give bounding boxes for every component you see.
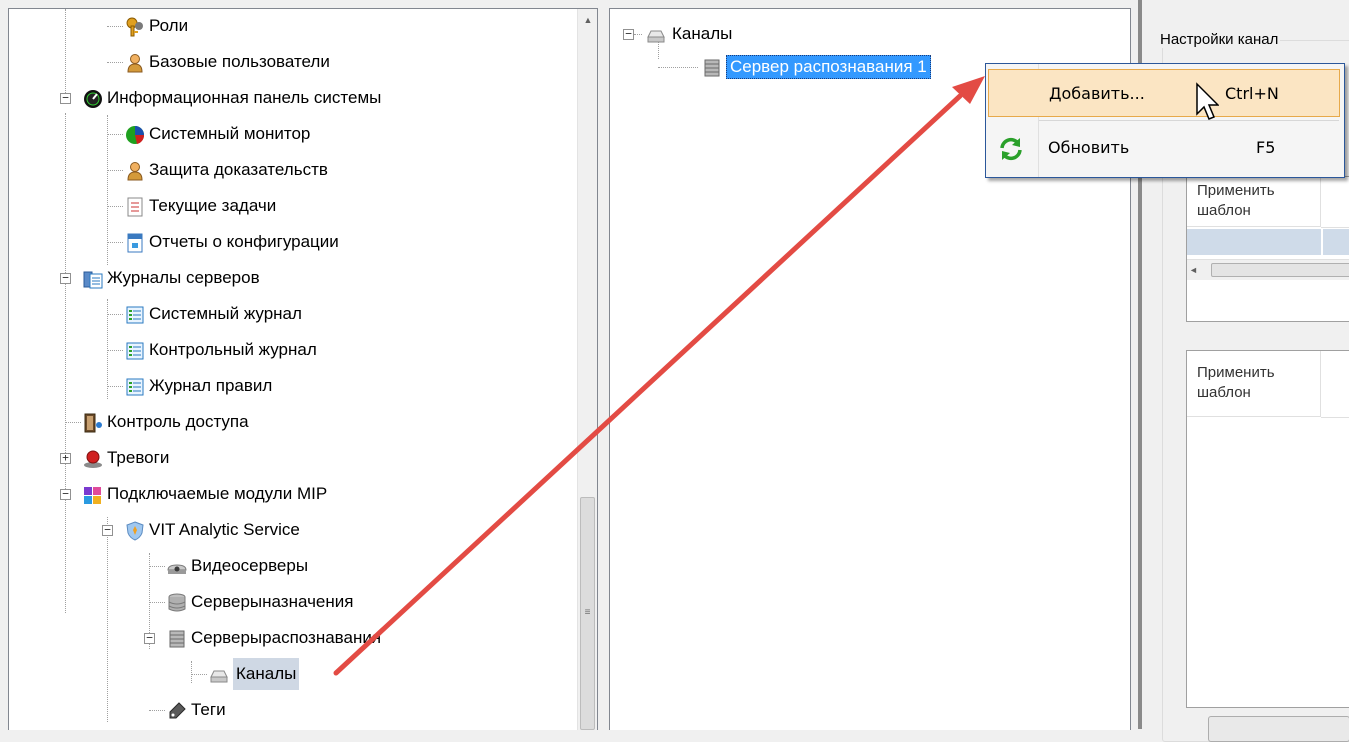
menu-item-shortcut: F5	[1256, 138, 1276, 157]
menu-item-refresh[interactable]: Обновить F5	[988, 124, 1340, 172]
menu-item-shortcut: Ctrl+N	[1225, 84, 1279, 103]
menu-item-label: Добавить...	[1049, 84, 1145, 103]
menu-item-label: Обновить	[1048, 138, 1130, 157]
mouse-cursor-icon	[1196, 82, 1219, 120]
refresh-icon	[1000, 137, 1022, 161]
menu-separator	[1039, 120, 1339, 121]
context-menu[interactable]: Добавить... Ctrl+N Обновить F5	[985, 63, 1345, 178]
menu-item-add[interactable]: Добавить... Ctrl+N	[988, 69, 1340, 117]
